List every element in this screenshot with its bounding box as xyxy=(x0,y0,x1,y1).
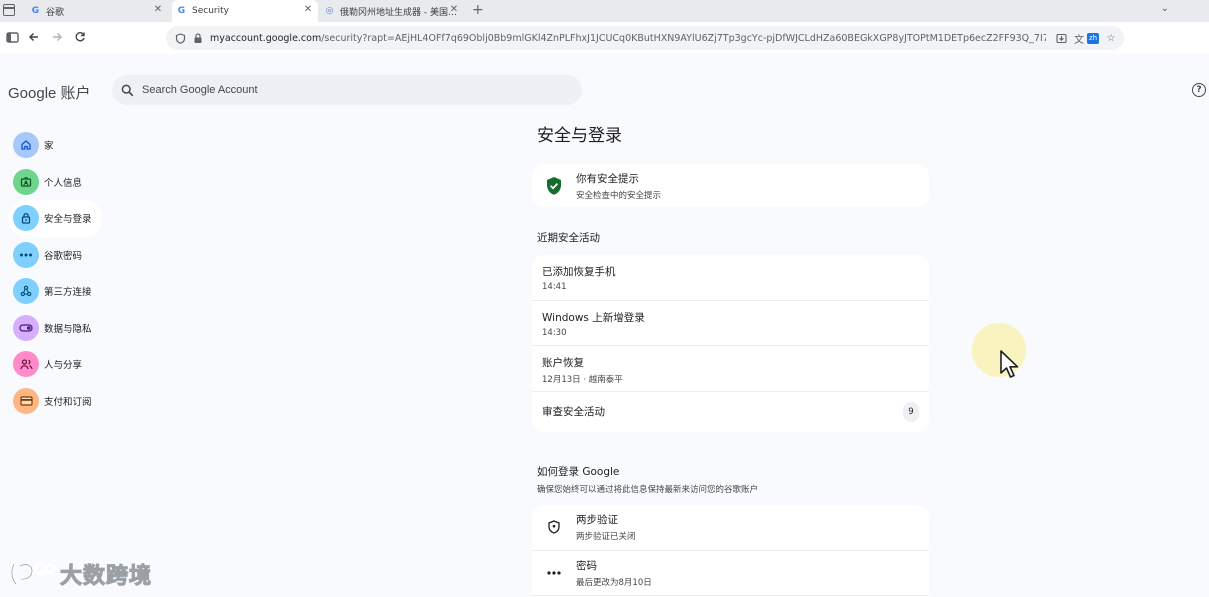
shield-check-icon xyxy=(532,176,576,196)
two-step-verification-row[interactable]: 两步验证 两步验证已关闭 xyxy=(532,505,929,551)
sidebar-item-label: 人与分享 xyxy=(44,360,83,372)
site-info-icon[interactable] xyxy=(173,31,187,45)
activity-title: 账户恢复 xyxy=(542,357,584,369)
account-search-input[interactable]: Search Google Account xyxy=(112,75,582,105)
globe-icon: ◎ xyxy=(325,6,334,16)
google-account-logo[interactable]: Google 账户 xyxy=(8,82,91,103)
signin-subheading: 确保您始终可以通过将此信息保持最新来访问您的谷歌账户 xyxy=(537,485,759,495)
signin-method-status: 最后更改为8月10日 xyxy=(576,577,652,588)
people-icon xyxy=(13,351,39,378)
bookmark-star-icon[interactable]: ☆ xyxy=(1104,31,1118,45)
tab-security[interactable]: G Security ✕ xyxy=(172,0,318,22)
watermark-mark-icon xyxy=(10,562,56,585)
watermark-logo: 大数跨境 xyxy=(8,558,152,590)
sidebar-nav: 家 个人信息 安全与登录 谷歌密码 第三方连接 数据与隐私 人与分享 支付和订阅 xyxy=(8,127,102,419)
tab-title: 谷歌 xyxy=(46,7,65,18)
sidebar-item-label: 安全与登录 xyxy=(44,214,92,226)
browser-toolbar: myaccount.google.com/security?rapt=AEjHL… xyxy=(0,22,1209,54)
recent-activity-card: 已添加恢复手机 14:41 Windows 上新增登录 14:30 账户恢复 1… xyxy=(532,255,929,432)
activity-row-account-recovery[interactable]: 账户恢复 12月13日 · 越南泰平 xyxy=(532,346,929,392)
shield-outline-icon xyxy=(532,520,576,534)
lock-icon xyxy=(13,205,39,232)
tab-google[interactable]: G 谷歌 ✕ xyxy=(26,0,168,22)
sidebar-item-passwords[interactable]: 谷歌密码 xyxy=(8,237,102,274)
review-security-activity-link[interactable]: 审查安全活动 9 xyxy=(532,392,929,432)
sidebar-item-label: 家 xyxy=(44,141,54,153)
sidebar-item-label: 数据与隐私 xyxy=(44,323,92,335)
sidebar-item-label: 支付和订阅 xyxy=(44,396,92,408)
address-bar[interactable]: myaccount.google.com/security?rapt=AEjHL… xyxy=(166,26,1124,50)
security-tip-card[interactable]: 你有安全提示 安全检查中的安全提示 xyxy=(532,164,929,207)
url-text: myaccount.google.com/security?rapt=AEjHL… xyxy=(210,32,1046,44)
sidebar-item-home[interactable]: 家 xyxy=(8,127,102,164)
sidebar-item-label: 第三方连接 xyxy=(44,287,92,299)
home-icon xyxy=(13,132,39,159)
brand-google-text: Google xyxy=(8,85,57,102)
connections-icon xyxy=(13,278,39,305)
activity-time: 14:41 xyxy=(542,282,567,292)
security-tip-subtitle: 安全检查中的安全提示 xyxy=(576,190,662,201)
activity-title: 已添加恢复手机 xyxy=(542,266,616,278)
signin-heading: 如何登录 Google xyxy=(537,466,620,478)
sidebar-item-security[interactable]: 安全与登录 xyxy=(8,200,102,237)
sidebar-item-third-party[interactable]: 第三方连接 xyxy=(8,273,102,310)
sidebar-item-payments[interactable]: 支付和订阅 xyxy=(8,383,102,420)
activity-title: Windows 上新增登录 xyxy=(542,311,645,324)
tab-title: Security xyxy=(192,6,229,16)
signin-method-title: 两步验证 xyxy=(576,514,618,527)
password-dots-icon xyxy=(532,570,576,576)
google-icon: G xyxy=(177,6,186,16)
close-icon[interactable]: ✕ xyxy=(152,4,164,16)
reload-button[interactable] xyxy=(71,28,89,46)
sidebar-item-label: 谷歌密码 xyxy=(44,250,83,262)
tab-list-chevron-icon[interactable]: ⌄ xyxy=(1161,3,1169,14)
search-placeholder: Search Google Account xyxy=(142,84,258,96)
activity-row-windows-signin[interactable]: Windows 上新增登录 14:30 xyxy=(532,301,929,346)
activity-time: 14:30 xyxy=(542,327,567,338)
watermark-text: 大数跨境 xyxy=(59,564,153,590)
tab-address-generator[interactable]: ◎ 俄勒冈州地址生成器 - 美国地址 ✕ xyxy=(320,0,464,22)
sidebar-item-people-sharing[interactable]: 人与分享 xyxy=(8,346,102,383)
signin-method-status: 两步验证已关闭 xyxy=(576,532,636,543)
translate-badge-label: zh xyxy=(1087,32,1099,44)
sidebar-toggle-icon[interactable] xyxy=(3,28,21,46)
close-icon[interactable]: ✕ xyxy=(302,4,314,16)
password-row[interactable]: 密码 最后更改为8月10日 xyxy=(532,551,929,596)
card-icon xyxy=(13,387,39,414)
tab-strip: G 谷歌 ✕ G Security ✕ ◎ 俄勒冈州地址生成器 - 美国地址 ✕… xyxy=(0,0,1209,22)
id-card-icon xyxy=(13,168,39,195)
page-title: 安全与登录 xyxy=(537,126,622,146)
signin-method-title: 密码 xyxy=(576,559,597,572)
close-icon[interactable]: ✕ xyxy=(448,4,460,16)
translate-language-badge[interactable]: zh xyxy=(1086,31,1100,45)
activity-count-badge: 9 xyxy=(903,401,919,422)
recent-activity-heading: 近期安全活动 xyxy=(537,232,600,244)
google-icon: G xyxy=(31,6,40,16)
lock-icon xyxy=(191,31,205,45)
tab-title: 俄勒冈州地址生成器 - 美国地址 xyxy=(340,7,458,18)
review-activity-label: 审查安全活动 xyxy=(542,406,605,418)
activity-row-recovery-phone[interactable]: 已添加恢复手机 14:41 xyxy=(532,255,929,301)
forward-button[interactable] xyxy=(48,28,66,46)
help-icon[interactable]: ? xyxy=(1192,83,1206,97)
sidebar-item-data-privacy[interactable]: 数据与隐私 xyxy=(8,310,102,347)
signin-methods-card: 两步验证 两步验证已关闭 密码 最后更改为8月10日 xyxy=(532,505,929,597)
back-button[interactable] xyxy=(25,28,43,46)
translate-icon[interactable]: 文 xyxy=(1072,31,1086,46)
install-app-icon[interactable] xyxy=(1054,31,1068,45)
password-dots-icon xyxy=(13,241,39,268)
sidebar-item-label: 个人信息 xyxy=(44,177,83,189)
mouse-pointer-icon xyxy=(999,349,1021,383)
new-tab-button[interactable]: + xyxy=(472,2,484,18)
search-icon xyxy=(112,84,142,97)
tab-search-icon[interactable] xyxy=(3,4,15,16)
activity-time: 12月13日 · 越南泰平 xyxy=(542,375,623,385)
toggle-icon xyxy=(13,314,39,341)
brand-suffix-text: 账户 xyxy=(60,85,91,102)
sidebar-item-personal-info[interactable]: 个人信息 xyxy=(8,164,102,201)
security-tip-title: 你有安全提示 xyxy=(576,172,639,185)
